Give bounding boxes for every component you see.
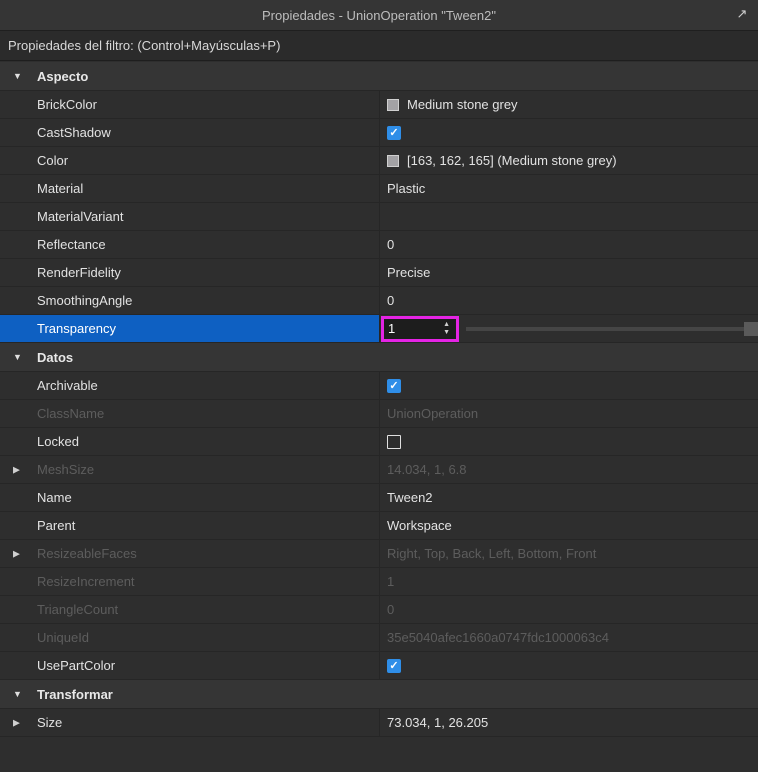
color-value: [163, 162, 165] (Medium stone grey) <box>407 153 617 168</box>
property-row-smoothingangle[interactable]: SmoothingAngle 0 <box>0 287 758 315</box>
expand-arrow-icon[interactable]: ▶ <box>13 717 20 728</box>
property-name: CastShadow <box>0 119 380 146</box>
property-value[interactable]: 0 <box>380 231 758 258</box>
property-name: Transparency <box>0 315 380 342</box>
property-name: ResizeableFaces <box>0 540 380 567</box>
brickcolor-value: Medium stone grey <box>407 97 518 112</box>
property-value[interactable]: Tween2 <box>380 484 758 511</box>
property-name: UsePartColor <box>0 652 380 679</box>
locked-checkbox[interactable] <box>387 434 401 449</box>
color-swatch[interactable] <box>387 98 399 111</box>
property-grid: ▼ Aspecto BrickColor Medium stone grey C… <box>0 62 758 737</box>
property-name: ClassName <box>0 400 380 427</box>
property-row-trianglecount: TriangleCount 0 <box>0 596 758 624</box>
expand-arrow-icon[interactable]: ▶ <box>13 464 20 475</box>
section-value-spacer <box>380 680 758 708</box>
property-row-castshadow[interactable]: CastShadow ✓ <box>0 119 758 147</box>
collapse-caret-icon[interactable]: ▼ <box>13 352 22 362</box>
transparency-slider-handle[interactable] <box>744 322 758 336</box>
popout-icon[interactable]: ↗ <box>734 6 750 22</box>
property-filter-input[interactable]: Propiedades del filtro: (Control+Mayúscu… <box>0 31 758 61</box>
collapse-caret-icon[interactable]: ▼ <box>13 689 22 699</box>
spin-arrows-icon[interactable]: ▲ ▼ <box>443 319 450 339</box>
color-swatch[interactable] <box>387 154 399 167</box>
property-name: ResizeIncrement <box>0 568 380 595</box>
property-row-meshsize[interactable]: ▶ MeshSize 14.034, 1, 6.8 <box>0 456 758 484</box>
property-value[interactable]: ▲▼ <box>380 315 758 342</box>
property-value: UnionOperation <box>380 400 758 427</box>
property-name: RenderFidelity <box>0 259 380 286</box>
property-name: TriangleCount <box>0 596 380 623</box>
expand-arrow-icon[interactable]: ▶ <box>13 548 20 559</box>
section-header-datos[interactable]: ▼ Datos <box>0 343 758 372</box>
property-row-materialvariant[interactable]: MaterialVariant <box>0 203 758 231</box>
property-value[interactable]: Precise <box>380 259 758 286</box>
archivable-checkbox[interactable]: ✓ <box>387 378 401 393</box>
property-name: SmoothingAngle <box>0 287 380 314</box>
property-value: Right, Top, Back, Left, Bottom, Front <box>380 540 758 567</box>
property-row-renderfidelity[interactable]: RenderFidelity Precise <box>0 259 758 287</box>
property-value[interactable]: 0 <box>380 287 758 314</box>
filter-placeholder: Propiedades del filtro: (Control+Mayúscu… <box>8 38 281 53</box>
property-value: 0 <box>380 596 758 623</box>
property-name: Parent <box>0 512 380 539</box>
property-name: Material <box>0 175 380 202</box>
property-name: BrickColor <box>0 91 380 118</box>
property-value[interactable] <box>380 203 758 230</box>
transparency-input[interactable] <box>384 318 444 339</box>
transparency-slider-track[interactable] <box>466 327 744 331</box>
section-label: Transformar <box>0 680 380 708</box>
property-value[interactable]: ✓ <box>380 652 758 679</box>
property-value: 35e5040afec1660a0747fdc1000063c4 <box>380 624 758 651</box>
property-name: Color <box>0 147 380 174</box>
property-name: Name <box>0 484 380 511</box>
window-title: Propiedades - UnionOperation "Tween2" <box>262 7 496 23</box>
property-value[interactable]: ✓ <box>380 372 758 399</box>
property-row-usepartcolor[interactable]: UsePartColor ✓ <box>0 652 758 680</box>
section-label: Aspecto <box>0 62 380 90</box>
section-header-aspecto[interactable]: ▼ Aspecto <box>0 62 758 91</box>
property-row-resizeincrement: ResizeIncrement 1 <box>0 568 758 596</box>
property-value[interactable]: [163, 162, 165] (Medium stone grey) <box>380 147 758 174</box>
property-row-name[interactable]: Name Tween2 <box>0 484 758 512</box>
section-label: Datos <box>0 343 380 371</box>
property-row-transparency[interactable]: Transparency ▲▼ <box>0 315 758 343</box>
section-value-spacer <box>380 343 758 371</box>
property-name: Locked <box>0 428 380 455</box>
property-value[interactable]: ✓ <box>380 119 758 146</box>
property-row-locked[interactable]: Locked <box>0 428 758 456</box>
properties-panel: Propiedades - UnionOperation "Tween2" ↗ … <box>0 0 758 772</box>
section-header-transformar[interactable]: ▼ Transformar <box>0 680 758 709</box>
property-row-size[interactable]: ▶ Size 73.034, 1, 26.205 <box>0 709 758 737</box>
property-row-material[interactable]: Material Plastic <box>0 175 758 203</box>
property-value[interactable] <box>380 428 758 455</box>
property-value[interactable]: 73.034, 1, 26.205 <box>380 709 758 736</box>
property-value[interactable]: Medium stone grey <box>380 91 758 118</box>
window-titlebar: Propiedades - UnionOperation "Tween2" ↗ <box>0 0 758 31</box>
property-row-parent[interactable]: Parent Workspace <box>0 512 758 540</box>
castshadow-checkbox[interactable]: ✓ <box>387 125 401 140</box>
property-value: 1 <box>380 568 758 595</box>
property-value: 14.034, 1, 6.8 <box>380 456 758 483</box>
property-value[interactable]: Workspace <box>380 512 758 539</box>
property-row-classname: ClassName UnionOperation <box>0 400 758 428</box>
property-name: MaterialVariant <box>0 203 380 230</box>
collapse-caret-icon[interactable]: ▼ <box>13 71 22 81</box>
property-name: Reflectance <box>0 231 380 258</box>
property-name: Size <box>0 709 380 736</box>
property-name: UniqueId <box>0 624 380 651</box>
property-row-archivable[interactable]: Archivable ✓ <box>0 372 758 400</box>
property-row-resizeablefaces[interactable]: ▶ ResizeableFaces Right, Top, Back, Left… <box>0 540 758 568</box>
transparency-spinbox[interactable]: ▲▼ <box>381 315 459 342</box>
property-row-uniqueid: UniqueId 35e5040afec1660a0747fdc1000063c… <box>0 624 758 652</box>
property-value[interactable]: Plastic <box>380 175 758 202</box>
property-name: Archivable <box>0 372 380 399</box>
property-row-brickcolor[interactable]: BrickColor Medium stone grey <box>0 91 758 119</box>
section-value-spacer <box>380 62 758 90</box>
property-name: MeshSize <box>0 456 380 483</box>
property-row-reflectance[interactable]: Reflectance 0 <box>0 231 758 259</box>
property-row-color[interactable]: Color [163, 162, 165] (Medium stone grey… <box>0 147 758 175</box>
usepartcolor-checkbox[interactable]: ✓ <box>387 658 401 673</box>
